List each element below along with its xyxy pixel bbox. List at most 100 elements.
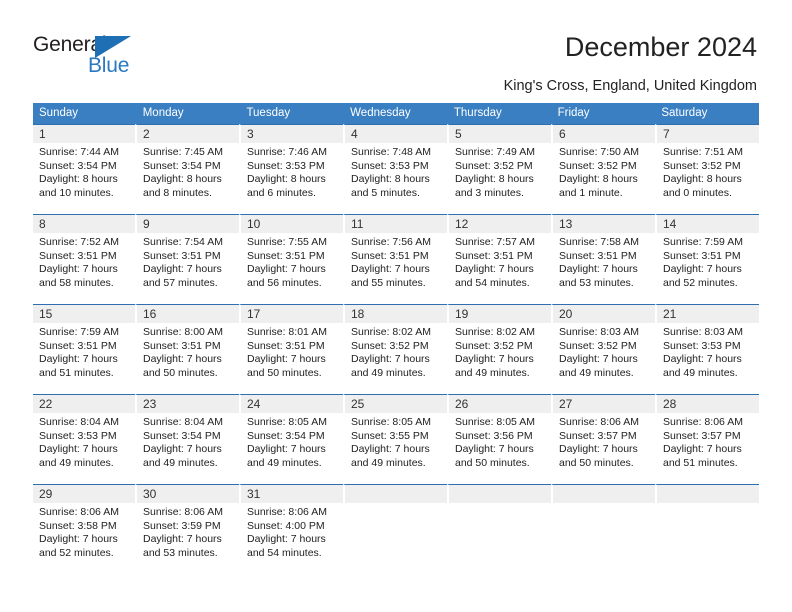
day-number: 2 (137, 125, 239, 143)
weekday-header-saturday: Saturday (661, 107, 708, 119)
sunset-text: Sunset: 3:51 PM (143, 339, 221, 352)
daylight-text-line1: Daylight: 7 hours (143, 533, 222, 546)
day-info: Sunrise: 8:03 AM Sunset: 3:53 PM Dayligh… (657, 323, 759, 380)
daylight-text-line1: Daylight: 7 hours (39, 443, 118, 456)
day-number: 24 (241, 395, 343, 413)
sunrise-text: Sunrise: 8:03 AM (559, 326, 639, 338)
day-info: Sunrise: 7:58 AM Sunset: 3:51 PM Dayligh… (553, 233, 655, 290)
sunrise-text: Sunrise: 7:55 AM (247, 236, 327, 248)
day-info: Sunrise: 7:59 AM Sunset: 3:51 PM Dayligh… (657, 233, 759, 290)
weekday-header-row: Sunday Monday Tuesday Wednesday Thursday… (33, 103, 759, 124)
daylight-text-line2: and 49 minutes. (39, 456, 114, 469)
day-cell[interactable]: 29 Sunrise: 8:06 AM Sunset: 3:58 PM Dayl… (33, 484, 135, 574)
week-row: 15 Sunrise: 7:59 AM Sunset: 3:51 PM Dayl… (33, 304, 759, 394)
daylight-text-line1: Daylight: 7 hours (351, 353, 430, 366)
sunrise-text: Sunrise: 8:06 AM (247, 506, 327, 518)
day-number: 14 (657, 215, 759, 233)
day-info: Sunrise: 8:06 AM Sunset: 3:58 PM Dayligh… (33, 503, 135, 560)
general-blue-logo[interactable]: General Blue (33, 33, 163, 81)
sunrise-text: Sunrise: 7:49 AM (455, 146, 535, 158)
day-number: 30 (137, 485, 239, 503)
day-cell[interactable]: 4 Sunrise: 7:48 AM Sunset: 3:53 PM Dayli… (343, 124, 447, 214)
day-cell[interactable]: 31 Sunrise: 8:06 AM Sunset: 4:00 PM Dayl… (239, 484, 343, 574)
day-number: 21 (657, 305, 759, 323)
sunrise-text: Sunrise: 7:58 AM (559, 236, 639, 248)
daylight-text-line2: and 49 minutes. (351, 456, 426, 469)
sunrise-text: Sunrise: 8:03 AM (663, 326, 743, 338)
daylight-text-line2: and 52 minutes. (39, 546, 114, 559)
day-number (449, 485, 551, 503)
sunset-text: Sunset: 3:57 PM (663, 429, 741, 442)
daylight-text-line1: Daylight: 7 hours (247, 353, 326, 366)
day-info: Sunrise: 8:06 AM Sunset: 3:57 PM Dayligh… (553, 413, 655, 470)
sunset-text: Sunset: 3:57 PM (559, 429, 637, 442)
day-number: 11 (345, 215, 447, 233)
daylight-text-line1: Daylight: 7 hours (39, 263, 118, 276)
sunset-text: Sunset: 3:58 PM (39, 519, 117, 532)
sunset-text: Sunset: 3:51 PM (247, 339, 325, 352)
sunset-text: Sunset: 3:54 PM (39, 159, 117, 172)
day-info: Sunrise: 8:02 AM Sunset: 3:52 PM Dayligh… (345, 323, 447, 380)
day-cell[interactable]: 21 Sunrise: 8:03 AM Sunset: 3:53 PM Dayl… (655, 304, 759, 394)
daylight-text-line2: and 8 minutes. (143, 186, 212, 199)
weekday-header-thursday: Thursday (453, 107, 502, 119)
day-cell[interactable]: 1 Sunrise: 7:44 AM Sunset: 3:54 PM Dayli… (33, 124, 135, 214)
sunset-text: Sunset: 3:53 PM (39, 429, 117, 442)
day-info: Sunrise: 8:06 AM Sunset: 3:59 PM Dayligh… (137, 503, 239, 560)
logo-text-blue: Blue (88, 54, 130, 77)
sunset-text: Sunset: 3:52 PM (455, 339, 533, 352)
daylight-text-line2: and 49 minutes. (663, 366, 738, 379)
day-info: Sunrise: 8:04 AM Sunset: 3:53 PM Dayligh… (33, 413, 135, 470)
daylight-text-line2: and 51 minutes. (39, 366, 114, 379)
sunset-text: Sunset: 3:59 PM (143, 519, 221, 532)
daylight-text-line2: and 53 minutes. (559, 276, 634, 289)
day-info: Sunrise: 7:57 AM Sunset: 3:51 PM Dayligh… (449, 233, 551, 290)
daylight-text-line2: and 49 minutes. (143, 456, 218, 469)
sunset-text: Sunset: 3:53 PM (663, 339, 741, 352)
day-cell[interactable]: 6 Sunrise: 7:50 AM Sunset: 3:52 PM Dayli… (551, 124, 655, 214)
daylight-text-line1: Daylight: 7 hours (39, 533, 118, 546)
page-title: December 2024 (564, 32, 757, 62)
day-cell[interactable]: 24 Sunrise: 8:05 AM Sunset: 3:54 PM Dayl… (239, 394, 343, 484)
day-cell[interactable]: 8 Sunrise: 7:52 AM Sunset: 3:51 PM Dayli… (33, 214, 135, 304)
sunset-text: Sunset: 3:51 PM (247, 249, 325, 262)
day-cell[interactable]: 26 Sunrise: 8:05 AM Sunset: 3:56 PM Dayl… (447, 394, 551, 484)
day-cell[interactable]: 13 Sunrise: 7:58 AM Sunset: 3:51 PM Dayl… (551, 214, 655, 304)
day-cell[interactable]: 7 Sunrise: 7:51 AM Sunset: 3:52 PM Dayli… (655, 124, 759, 214)
day-cell[interactable]: 3 Sunrise: 7:46 AM Sunset: 3:53 PM Dayli… (239, 124, 343, 214)
day-cell[interactable]: 11 Sunrise: 7:56 AM Sunset: 3:51 PM Dayl… (343, 214, 447, 304)
day-cell[interactable]: 28 Sunrise: 8:06 AM Sunset: 3:57 PM Dayl… (655, 394, 759, 484)
day-cell[interactable]: 27 Sunrise: 8:06 AM Sunset: 3:57 PM Dayl… (551, 394, 655, 484)
day-info: Sunrise: 7:48 AM Sunset: 3:53 PM Dayligh… (345, 143, 447, 200)
week-row: 8 Sunrise: 7:52 AM Sunset: 3:51 PM Dayli… (33, 214, 759, 304)
day-info: Sunrise: 8:05 AM Sunset: 3:55 PM Dayligh… (345, 413, 447, 470)
day-cell[interactable]: 18 Sunrise: 8:02 AM Sunset: 3:52 PM Dayl… (343, 304, 447, 394)
day-cell[interactable]: 19 Sunrise: 8:02 AM Sunset: 3:52 PM Dayl… (447, 304, 551, 394)
day-cell[interactable]: 14 Sunrise: 7:59 AM Sunset: 3:51 PM Dayl… (655, 214, 759, 304)
sunrise-text: Sunrise: 7:50 AM (559, 146, 639, 158)
day-cell[interactable]: 30 Sunrise: 8:06 AM Sunset: 3:59 PM Dayl… (135, 484, 239, 574)
day-cell[interactable]: 15 Sunrise: 7:59 AM Sunset: 3:51 PM Dayl… (33, 304, 135, 394)
day-cell[interactable]: 22 Sunrise: 8:04 AM Sunset: 3:53 PM Dayl… (33, 394, 135, 484)
sunset-text: Sunset: 4:00 PM (247, 519, 325, 532)
sunrise-text: Sunrise: 7:51 AM (663, 146, 743, 158)
daylight-text-line1: Daylight: 8 hours (247, 173, 326, 186)
day-cell[interactable]: 5 Sunrise: 7:49 AM Sunset: 3:52 PM Dayli… (447, 124, 551, 214)
day-cell[interactable]: 16 Sunrise: 8:00 AM Sunset: 3:51 PM Dayl… (135, 304, 239, 394)
day-cell[interactable]: 9 Sunrise: 7:54 AM Sunset: 3:51 PM Dayli… (135, 214, 239, 304)
day-cell[interactable]: 10 Sunrise: 7:55 AM Sunset: 3:51 PM Dayl… (239, 214, 343, 304)
day-cell[interactable]: 25 Sunrise: 8:05 AM Sunset: 3:55 PM Dayl… (343, 394, 447, 484)
day-cell[interactable]: 23 Sunrise: 8:04 AM Sunset: 3:54 PM Dayl… (135, 394, 239, 484)
daylight-text-line1: Daylight: 7 hours (559, 443, 638, 456)
day-info: Sunrise: 7:54 AM Sunset: 3:51 PM Dayligh… (137, 233, 239, 290)
sunrise-text: Sunrise: 8:06 AM (39, 506, 119, 518)
day-cell[interactable]: 2 Sunrise: 7:45 AM Sunset: 3:54 PM Dayli… (135, 124, 239, 214)
sunset-text: Sunset: 3:51 PM (559, 249, 637, 262)
weekday-header-friday: Friday (557, 107, 590, 119)
daylight-text-line2: and 55 minutes. (351, 276, 426, 289)
day-cell[interactable]: 17 Sunrise: 8:01 AM Sunset: 3:51 PM Dayl… (239, 304, 343, 394)
sunset-text: Sunset: 3:51 PM (39, 249, 117, 262)
day-cell[interactable]: 20 Sunrise: 8:03 AM Sunset: 3:52 PM Dayl… (551, 304, 655, 394)
sunset-text: Sunset: 3:51 PM (351, 249, 429, 262)
day-cell[interactable]: 12 Sunrise: 7:57 AM Sunset: 3:51 PM Dayl… (447, 214, 551, 304)
